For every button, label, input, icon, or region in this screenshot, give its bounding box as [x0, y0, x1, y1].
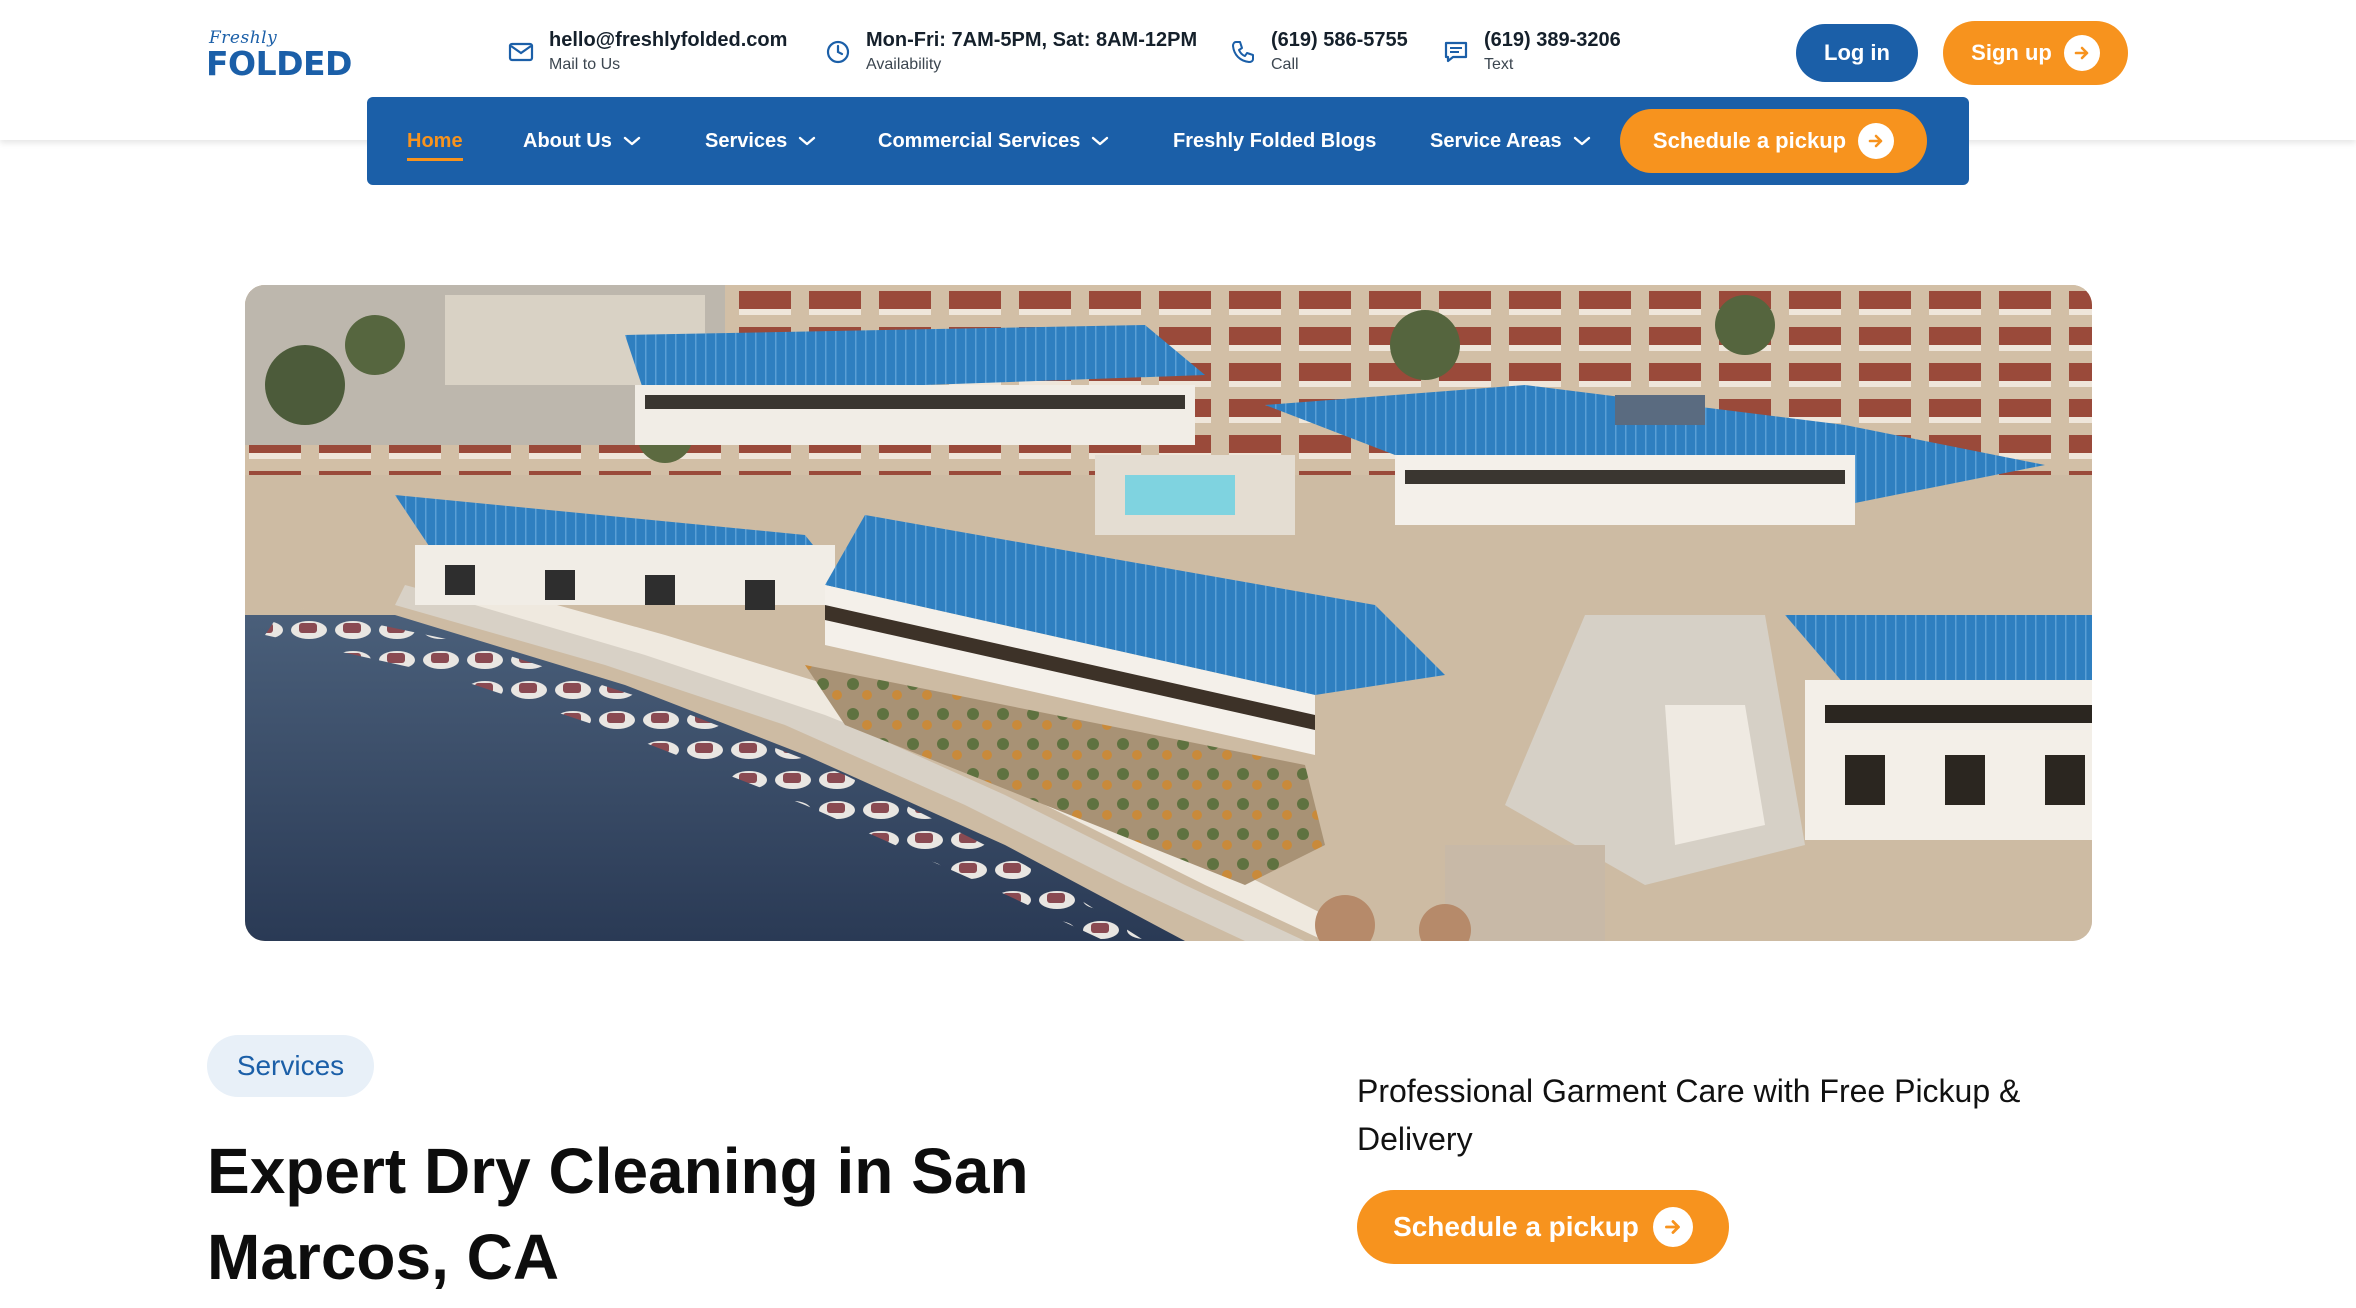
nav-item-about-us[interactable]: About Us	[523, 97, 642, 185]
nav-item-label: Freshly Folded Blogs	[1173, 129, 1377, 152]
contact-phone-label: Call	[1271, 56, 1299, 73]
contact-text[interactable]: (619) 389-3206 Text	[1442, 26, 1621, 82]
contact-phone[interactable]: (619) 586-5755 Call	[1229, 26, 1408, 82]
hero-image	[245, 285, 2092, 941]
freshly-folded-logo[interactable]: Freshly FOLDED	[206, 28, 352, 83]
contact-text-value: (619) 389-3206	[1484, 29, 1621, 51]
logo-word-text: FOLDED	[206, 44, 352, 83]
arrow-right-icon	[2063, 35, 2100, 71]
contact-email-label: Mail to Us	[549, 56, 621, 73]
nav-schedule-pickup-button[interactable]: Schedule a pickup	[1620, 109, 1927, 173]
nav-item-services[interactable]: Services	[705, 97, 817, 185]
nav-item-service-areas[interactable]: Service Areas	[1430, 97, 1592, 185]
active-underline	[407, 158, 463, 161]
message-icon	[1444, 41, 1468, 63]
nav-item-label: About Us	[523, 129, 612, 152]
contact-hours-value: Mon-Fri: 7AM-5PM, Sat: 8AM-12PM	[866, 29, 1198, 51]
main-navigation: Home About Us Services Commercial Servic…	[367, 97, 1969, 185]
phone-icon	[1232, 41, 1254, 63]
nav-item-blogs[interactable]: Freshly Folded Blogs	[1173, 97, 1376, 185]
services-tag-badge: Services	[207, 1035, 374, 1097]
nav-item-label: Commercial Services	[878, 129, 1081, 152]
chevron-down-icon	[799, 136, 816, 146]
contact-hours: Mon-Fri: 7AM-5PM, Sat: 8AM-12PM Availabi…	[824, 26, 1197, 82]
nav-item-label: Service Areas	[1430, 129, 1562, 152]
chevron-down-icon	[623, 136, 641, 146]
contact-hours-label: Availability	[866, 56, 942, 73]
schedule-pickup-button[interactable]: Schedule a pickup	[1357, 1190, 1729, 1264]
contact-email-value: hello@freshlyfolded.com	[549, 29, 788, 51]
contact-email[interactable]: hello@freshlyfolded.com Mail to Us	[507, 26, 787, 82]
page-headline: Expert Dry Cleaning in San Marcos, CA	[207, 1135, 1029, 1293]
schedule-pickup-label: Schedule a pickup	[1393, 1211, 1639, 1242]
login-button[interactable]: Log in	[1796, 24, 1918, 82]
clock-icon	[826, 40, 850, 64]
chevron-down-icon	[1573, 136, 1590, 146]
signup-button[interactable]: Sign up	[1943, 21, 2128, 85]
contact-phone-value: (619) 586-5755	[1271, 29, 1408, 51]
chevron-down-icon	[1092, 136, 1109, 146]
nav-schedule-pickup-label: Schedule a pickup	[1652, 128, 1847, 153]
arrow-right-icon	[1652, 1207, 1693, 1247]
nav-item-label: Home	[407, 129, 463, 152]
contact-text-label: Text	[1484, 56, 1514, 73]
page-subheadline: Professional Garment Care with Free Pick…	[1357, 1073, 2021, 1157]
nav-item-commercial-services[interactable]: Commercial Services	[878, 97, 1110, 185]
aerial-resort-photo	[245, 285, 2092, 941]
nav-item-home[interactable]: Home	[407, 97, 463, 185]
signup-button-label: Sign up	[1971, 40, 2052, 65]
mail-icon	[508, 42, 534, 62]
arrow-right-icon	[1858, 123, 1895, 159]
nav-item-label: Services	[705, 129, 788, 152]
